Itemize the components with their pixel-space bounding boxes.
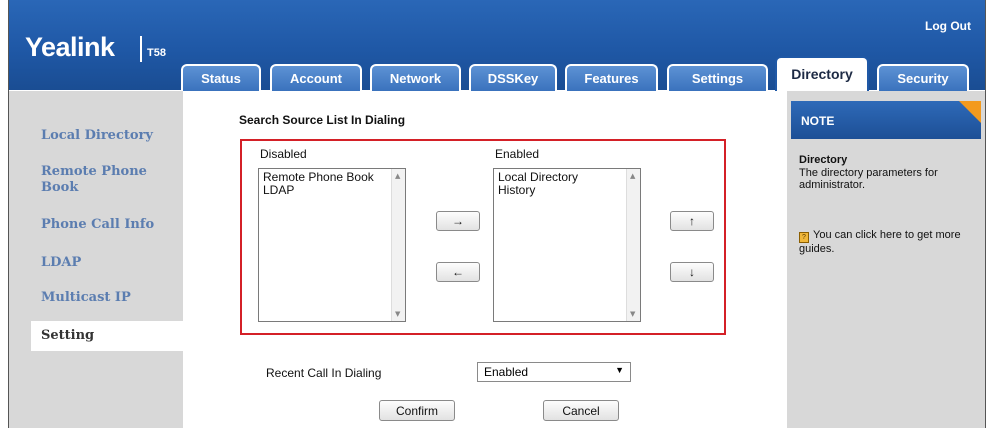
arrow-right-icon: → xyxy=(452,214,464,228)
tab-network[interactable]: Network xyxy=(370,64,461,91)
tab-features[interactable]: Features xyxy=(565,64,658,91)
guide-link[interactable]: ? You can click here to get more guides. xyxy=(799,229,977,256)
tab-directory[interactable]: Directory xyxy=(775,56,869,91)
recent-call-value: Enabled xyxy=(484,365,529,379)
scroll-up-icon[interactable]: ▲ xyxy=(395,172,400,180)
arrow-left-icon: ← xyxy=(452,265,464,279)
app-frame: Yealink T58 Log Out Status Account Netwo… xyxy=(8,0,986,428)
enabled-list-label: Enabled xyxy=(495,147,540,161)
note-title: Directory xyxy=(799,154,848,166)
move-left-button[interactable]: ← xyxy=(436,262,480,282)
scroll-up-icon[interactable]: ▲ xyxy=(630,172,635,180)
tab-status[interactable]: Status xyxy=(181,64,261,91)
move-right-button[interactable]: → xyxy=(436,211,480,231)
recent-call-label: Recent Call In Dialing xyxy=(266,366,382,380)
sidebar-item-multicast-ip[interactable]: Multicast IP xyxy=(41,290,131,306)
recent-call-select[interactable]: Enabled ▼ xyxy=(477,362,631,382)
sidebar-item-local-directory[interactable]: Local Directory xyxy=(41,128,153,144)
guide-book-icon: ? xyxy=(799,232,809,243)
sidebar-item-remote-phone-book[interactable]: Remote Phone Book xyxy=(41,164,151,196)
sidebar-item-phone-call-info[interactable]: Phone Call Info xyxy=(41,217,154,233)
note-heading: NOTE xyxy=(801,114,835,128)
guide-text[interactable]: You can click here to get more guides. xyxy=(799,229,961,255)
list-item[interactable]: LDAP xyxy=(263,184,374,197)
note-header: NOTE xyxy=(791,101,981,139)
sidebar-item-setting[interactable]: Setting xyxy=(31,321,187,351)
yealink-logo: Yealink xyxy=(25,32,115,62)
confirm-button[interactable]: Confirm xyxy=(379,400,455,421)
cancel-button[interactable]: Cancel xyxy=(543,400,619,421)
move-up-button[interactable]: ↑ xyxy=(670,211,714,231)
section-title: Search Source List In Dialing xyxy=(239,113,406,127)
disabled-listbox[interactable]: Remote Phone Book LDAP ▲ ▼ xyxy=(258,168,406,322)
tab-security[interactable]: Security xyxy=(877,64,969,91)
scrollbar[interactable]: ▲ ▼ xyxy=(391,169,405,321)
main-content: Search Source List In Dialing Disabled E… xyxy=(183,91,787,428)
arrow-down-icon: ↓ xyxy=(689,265,695,279)
chevron-down-icon: ▼ xyxy=(615,365,624,375)
scroll-down-icon[interactable]: ▼ xyxy=(630,310,635,318)
sidebar-item-ldap[interactable]: LDAP xyxy=(41,255,81,271)
tab-account[interactable]: Account xyxy=(270,64,362,91)
disabled-list-label: Disabled xyxy=(260,147,307,161)
list-item[interactable]: History xyxy=(498,184,578,197)
model-label: T58 xyxy=(147,47,166,59)
header-bar: Yealink T58 Log Out Status Account Netwo… xyxy=(9,0,985,91)
tab-settings[interactable]: Settings xyxy=(667,64,768,91)
logo-divider xyxy=(140,36,142,62)
arrow-up-icon: ↑ xyxy=(689,214,695,228)
logout-link[interactable]: Log Out xyxy=(925,19,971,33)
tab-dsskey[interactable]: DSSKey xyxy=(469,64,557,91)
enabled-listbox[interactable]: Local Directory History ▲ ▼ xyxy=(493,168,641,322)
scrollbar[interactable]: ▲ ▼ xyxy=(626,169,640,321)
scroll-down-icon[interactable]: ▼ xyxy=(395,310,400,318)
note-corner-icon xyxy=(959,101,981,123)
sidebar: Local Directory Remote Phone Book Phone … xyxy=(9,91,187,428)
note-body: The directory parameters for administrat… xyxy=(799,167,938,191)
move-down-button[interactable]: ↓ xyxy=(670,262,714,282)
note-panel: NOTE Directory The directory parameters … xyxy=(787,91,985,428)
